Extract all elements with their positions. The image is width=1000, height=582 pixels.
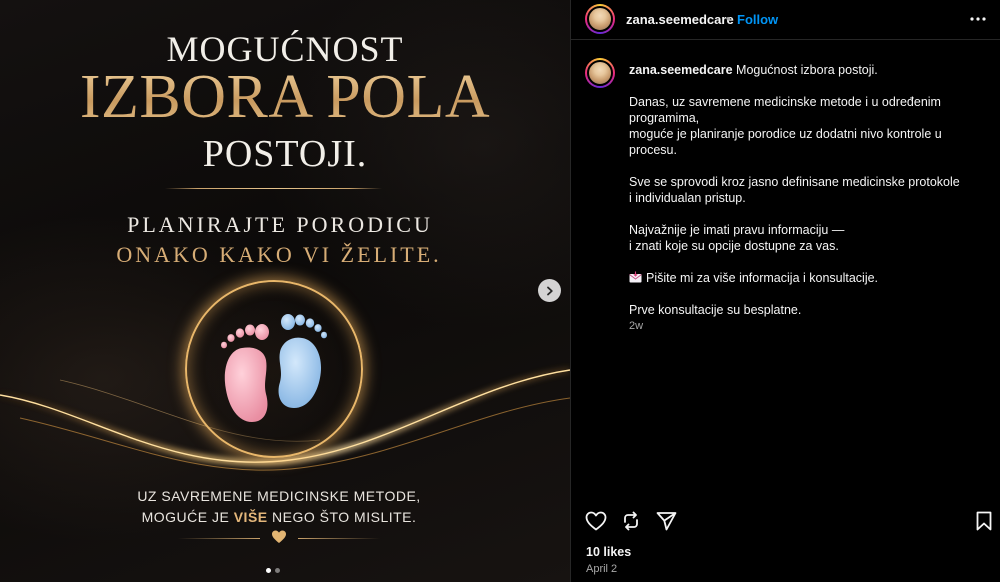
more-options-icon [970, 17, 986, 21]
headline-line-2: IZBORA POLA [0, 62, 570, 133]
baby-feet-illustration [221, 314, 327, 422]
bottom-text-line-2: MOGUĆE JE VIŠE NEGO ŠTO MISLITE. [0, 509, 558, 525]
carousel-next-button[interactable] [538, 279, 561, 302]
caption-line: i individualan pristup. [629, 191, 746, 205]
caption-body: zana.seemedcare Mogućnost izbora postoji… [629, 62, 969, 334]
action-bar [571, 508, 1000, 534]
subheadline-line-1: PLANIRAJTE PORODICU [127, 212, 433, 237]
post-side-panel: zana.seemedcare • Follow zana.seemedcare… [570, 0, 1000, 582]
caption-cta: Pišite mi za više informacija i konsulta… [629, 270, 969, 286]
more-options-button[interactable] [967, 8, 989, 30]
save-button[interactable] [971, 508, 997, 534]
post-date[interactable]: April 2 [586, 563, 617, 575]
avatar-photo [587, 60, 613, 86]
bottom-divider-left [178, 538, 260, 539]
repost-icon [624, 511, 638, 531]
post-image[interactable]: MOGUĆNOST IZBORA POLA POSTOJI. PLANIRAJT… [0, 0, 570, 582]
pink-foot [221, 324, 269, 422]
envelope-icon [629, 271, 642, 283]
bookmark-icon [976, 511, 992, 531]
caption-avatar[interactable] [585, 58, 615, 88]
caption-timestamp[interactable]: 2w [629, 318, 969, 334]
avatar[interactable] [585, 4, 615, 34]
share-button[interactable] [653, 508, 679, 534]
gold-heart-icon [272, 530, 286, 543]
caption-line: procesu. [629, 143, 677, 157]
gold-divider [165, 188, 382, 189]
bottom-text-line-1: UZ SAVREMENE MEDICINSKE METODE, [137, 488, 421, 504]
caption-cta-text: Pišite mi za više informacija i konsulta… [646, 271, 879, 285]
header-username[interactable]: zana.seemedcare [626, 12, 734, 27]
bottom-text-line-2-a: MOGUĆE JE [141, 509, 234, 525]
post-header: zana.seemedcare • Follow [571, 0, 1000, 40]
caption-line: programima, [629, 111, 700, 125]
carousel-indicator [266, 568, 280, 573]
caption-line: Najvažnije je imati pravu informaciju — [629, 223, 845, 237]
carousel-dot-active [266, 568, 271, 573]
heart-icon [585, 511, 607, 531]
subheadline-line-2: ONAKO KAKO VI ŽELITE. [116, 242, 442, 267]
bottom-text-emphasis: VIŠE [233, 509, 268, 525]
caption-closing: Prve konsultacije su besplatne. [629, 303, 802, 317]
caption-username[interactable]: zana.seemedcare [629, 63, 733, 77]
caption-line: Danas, uz savremene medicinske metode i … [629, 95, 941, 109]
carousel-dot [275, 568, 280, 573]
bottom-divider-right [298, 538, 380, 539]
send-icon [656, 512, 676, 531]
like-count[interactable]: 10 likes [586, 545, 631, 559]
chevron-right-icon [546, 286, 553, 295]
bottom-text-line-2-c: NEGO ŠTO MISLITE. [267, 509, 417, 525]
follow-button[interactable]: Follow [737, 12, 778, 27]
caption-line: i znati koje su opcije dostupne za vas. [629, 239, 839, 253]
avatar-photo [587, 6, 613, 32]
like-button[interactable] [583, 508, 609, 534]
header-separator: • [726, 11, 731, 26]
caption-title: Mogućnost izbora postoji. [736, 63, 878, 77]
caption-first-line: zana.seemedcare Mogućnost izbora postoji… [629, 62, 969, 78]
caption-line: moguće je planiranje porodice uz dodatni… [629, 127, 942, 141]
blue-foot [278, 314, 327, 408]
repost-button[interactable] [618, 508, 644, 534]
headline-line-3: POSTOJI. [202, 133, 368, 175]
caption-line: Sve se sprovodi kroz jasno definisane me… [629, 175, 960, 189]
